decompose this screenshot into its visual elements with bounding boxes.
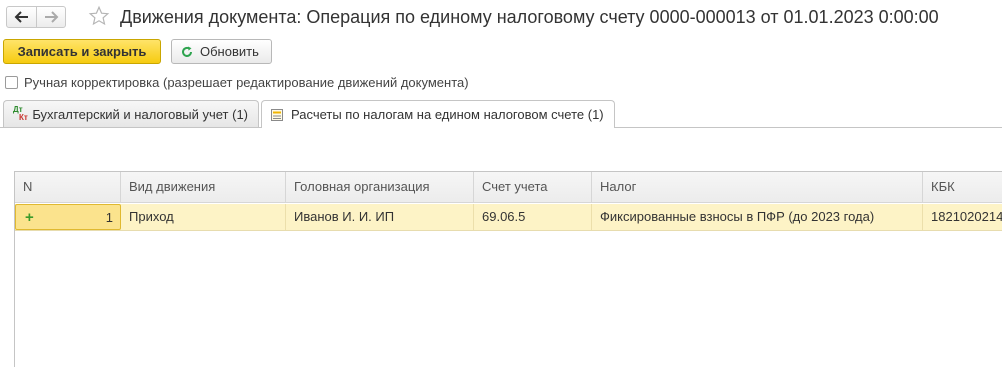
star-icon[interactable] [88, 5, 110, 27]
save-and-close-button[interactable]: Записать и закрыть [3, 39, 161, 64]
refresh-icon [182, 46, 192, 57]
table-header: N Вид движения Головная организация Счет… [15, 172, 1002, 203]
column-header-kbk[interactable]: КБК [923, 172, 1002, 202]
column-header-tax[interactable]: Налог [592, 172, 923, 202]
tab-accounting[interactable]: Дт Кт Бухгалтерский и налоговый учет (1) [3, 100, 259, 127]
cell-organization[interactable]: Иванов И. И. ИП [286, 204, 474, 230]
cell-account[interactable]: 69.06.5 [474, 204, 592, 230]
dt-kt-icon: Дт Кт [13, 105, 28, 122]
cell-tax[interactable]: Фиксированные взносы в ПФР (до 2023 года… [592, 204, 923, 230]
cell-n[interactable]: + 1 [15, 204, 121, 230]
register-icon [271, 108, 283, 121]
navigation-buttons [6, 6, 66, 28]
arrow-left-icon [14, 11, 28, 23]
tab-ens-settlements[interactable]: Расчеты по налогам на едином налоговом с… [261, 100, 615, 128]
column-header-movement[interactable]: Вид движения [121, 172, 286, 202]
tab-accounting-label: Бухгалтерский и налоговый учет (1) [32, 106, 248, 122]
refresh-button[interactable]: Обновить [171, 39, 272, 64]
back-button[interactable] [7, 7, 36, 27]
manual-edit-checkbox[interactable] [5, 76, 18, 89]
column-header-account[interactable]: Счет учета [474, 172, 592, 202]
column-header-n[interactable]: N [15, 172, 121, 202]
column-header-organization[interactable]: Головная организация [286, 172, 474, 202]
refresh-label: Обновить [200, 44, 259, 59]
cell-n-value: 1 [105, 210, 113, 225]
table-row[interactable]: + 1 Приход Иванов И. И. ИП 69.06.5 Фикси… [15, 204, 1002, 231]
cell-kbk[interactable]: 18210202140 [923, 204, 1002, 230]
window-title: Движения документа: Операция по единому … [120, 7, 939, 27]
arrow-right-icon [45, 11, 59, 23]
forward-button[interactable] [36, 7, 65, 27]
cell-movement[interactable]: Приход [121, 204, 286, 230]
tab-ens-settlements-label: Расчеты по налогам на едином налоговом с… [291, 107, 604, 122]
plus-icon: + [25, 209, 34, 226]
movements-table: N Вид движения Головная организация Счет… [14, 171, 1002, 367]
manual-edit-row: Ручная корректировка (разрешает редактир… [5, 75, 469, 90]
manual-edit-label[interactable]: Ручная корректировка (разрешает редактир… [24, 75, 469, 90]
